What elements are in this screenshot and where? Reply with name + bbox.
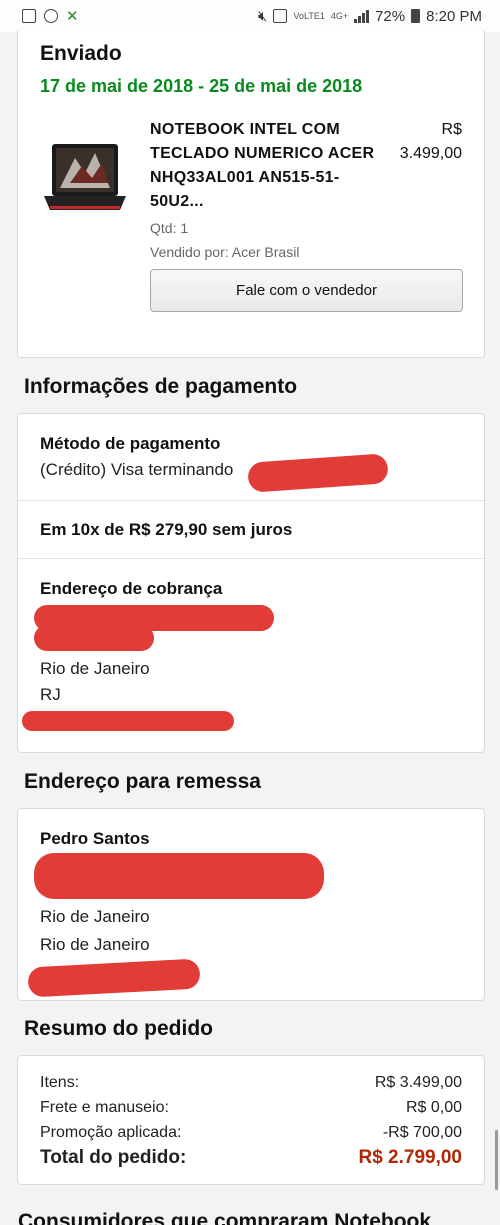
signal-icon	[354, 9, 370, 23]
whatsapp-icon	[44, 9, 58, 23]
recommendations-heading: Consumidores que compraram Notebook	[18, 1210, 432, 1225]
redaction-mark	[22, 711, 234, 731]
summary-promo-line: Promoção aplicada: -R$ 700,00	[40, 1124, 462, 1142]
app-notification-icon: ✕	[66, 8, 79, 25]
mute-icon: 🔇︎	[258, 7, 268, 25]
shipment-status-title: Enviado	[40, 42, 122, 65]
redaction-mark	[34, 853, 324, 899]
network-type-label: 4G+	[330, 10, 349, 21]
product-seller: Vendido por: Acer Brasil	[150, 244, 300, 260]
shipping-address-card: Pedro Santos Rio de Janeiro Rio de Janei…	[17, 808, 485, 1001]
payment-method-value: (Crédito) Visa terminando	[40, 460, 234, 479]
scrollbar[interactable]	[495, 1130, 498, 1190]
price-currency: R$	[441, 121, 462, 138]
product-price: R$ 3.499,00	[362, 118, 462, 166]
summary-promo-label: Promoção aplicada:	[40, 1124, 182, 1141]
payment-section-title: Informações de pagamento	[24, 375, 298, 398]
recipient-name: Pedro Santos	[40, 829, 150, 848]
billing-state: RJ	[40, 685, 61, 704]
product-image[interactable]	[40, 138, 130, 218]
billing-city: Rio de Janeiro	[40, 659, 150, 678]
payment-method-label: Método de pagamento	[40, 434, 221, 453]
summary-items-value: R$ 3.499,00	[374, 1074, 462, 1091]
shipping-state: Rio de Janeiro	[40, 935, 150, 954]
summary-items-line: Itens: R$ 3.499,00	[40, 1074, 462, 1092]
installments-row: Em 10x de R$ 279,90 sem juros	[18, 501, 484, 559]
delivery-dates: 17 de mai de 2018 - 25 de mai de 2018	[40, 76, 363, 96]
clock: 8:20 PM	[426, 7, 482, 25]
redaction-mark	[34, 625, 154, 651]
summary-total-label: Total do pedido:	[40, 1147, 187, 1168]
nfc-icon	[273, 9, 288, 23]
product-quantity: Qtd: 1	[150, 220, 189, 236]
billing-address-label: Endereço de cobrança	[40, 579, 223, 598]
shipping-city: Rio de Janeiro	[40, 907, 150, 926]
summary-section-title: Resumo do pedido	[24, 1017, 213, 1040]
payment-card: Método de pagamento (Crédito) Visa termi…	[17, 413, 485, 753]
battery-percent: 72%	[375, 7, 406, 25]
contact-seller-button[interactable]: Fale com o vendedor	[150, 269, 463, 312]
summary-promo-value: -R$ 700,00	[382, 1124, 462, 1141]
battery-icon	[411, 9, 421, 23]
product-name[interactable]: NOTEBOOK INTEL COM TECLADO NUMERICO ACER…	[150, 118, 380, 214]
status-right-icons: 🔇︎ VoLTE1 4G+ 72% 8:20 PM	[258, 8, 482, 25]
payment-method-row: Método de pagamento (Crédito) Visa termi…	[18, 414, 484, 501]
summary-total-value: R$ 2.799,00	[358, 1147, 462, 1168]
volte-label: VoLTE1	[293, 10, 325, 21]
redaction-mark	[27, 958, 201, 998]
installments-text: Em 10x de R$ 279,90 sem juros	[40, 520, 293, 539]
shipping-section-title: Endereço para remessa	[24, 770, 261, 793]
gallery-icon	[22, 9, 36, 23]
status-bar: ✕ 🔇︎ VoLTE1 4G+ 72% 8:20 PM	[0, 0, 500, 32]
status-left-icons: ✕	[22, 7, 79, 25]
price-value: 3.499,00	[399, 145, 462, 162]
summary-shipping-value: R$ 0,00	[405, 1099, 462, 1116]
redaction-mark	[247, 453, 389, 493]
order-summary-card: Itens: R$ 3.499,00 Frete e manuseio: R$ …	[17, 1055, 485, 1185]
summary-shipping-label: Frete e manuseio:	[40, 1099, 169, 1116]
summary-items-label: Itens:	[40, 1074, 80, 1091]
summary-total-line: Total do pedido: R$ 2.799,00	[40, 1147, 462, 1169]
summary-shipping-line: Frete e manuseio: R$ 0,00	[40, 1099, 462, 1117]
shipment-card: Enviado 17 de mai de 2018 - 25 de mai de…	[17, 30, 485, 358]
billing-address-row: Endereço de cobrança Rio de Janeiro RJ	[18, 559, 484, 754]
